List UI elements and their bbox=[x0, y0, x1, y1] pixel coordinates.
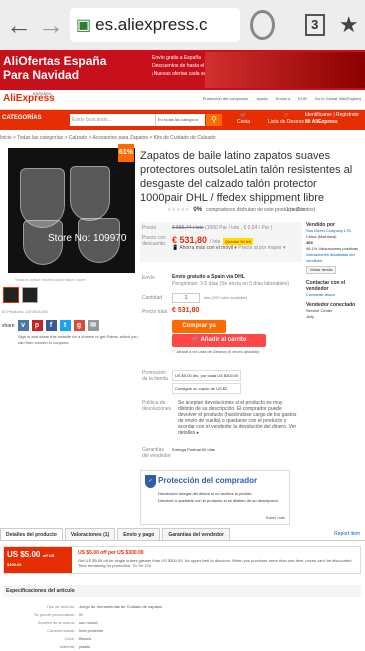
google-plus-icon[interactable]: g bbox=[73, 320, 85, 331]
url-bar[interactable]: ▣ es.aliexpress.c bbox=[70, 8, 240, 42]
buyer-protection-box: ✓ Protección del comprador Devolución ín… bbox=[140, 470, 290, 525]
zoom-hint: Sitúa el cursor encima para hacer zoom bbox=[15, 277, 86, 282]
returns-label: Política de devoluciones bbox=[142, 400, 172, 412]
add-to-cart-button[interactable]: 🛒 Añadir al carrito bbox=[172, 334, 266, 347]
coupon-headline: US $5.00 off per US $300.00 bbox=[78, 550, 144, 556]
tab-details[interactable]: Detalles del producto bbox=[0, 528, 63, 540]
product-main-image[interactable]: Store No: 109970 bbox=[8, 148, 135, 273]
forward-arrow-icon[interactable]: → bbox=[38, 10, 64, 40]
spec-row: Tipo de artículo: Juego de herramientas d… bbox=[46, 604, 163, 609]
site-icon: ▣ bbox=[76, 17, 92, 34]
thumbnail-strip bbox=[3, 287, 38, 303]
add-to-wishlist-link[interactable]: ♡ Añadir a mi Lista de Deseos (0 veces a… bbox=[172, 349, 259, 354]
returns-policy: Se aceptan devoluciones si el producto e… bbox=[178, 400, 297, 436]
vk-icon[interactable]: v bbox=[17, 320, 29, 331]
header-link-help[interactable]: Ayuda bbox=[256, 96, 267, 101]
star-rating-icon: ★★★★★ bbox=[167, 207, 190, 213]
store-promotions: US $5.00 dto. por cada US $300.00 Consig… bbox=[172, 370, 242, 396]
order-count: 1 pedido bbox=[286, 207, 306, 213]
spec-row: Color: Blanco bbox=[64, 636, 92, 641]
learn-more-link[interactable]: Saber más bbox=[266, 515, 285, 520]
price-label: Precio bbox=[142, 225, 157, 231]
search-category-select[interactable]: En todas las categoría bbox=[155, 114, 205, 126]
spec-row: Nombre de la marca: sun mould bbox=[37, 620, 98, 625]
tab-guarantees[interactable]: Garantías del vendedor bbox=[162, 528, 230, 540]
promo-coupon[interactable]: US $5.00 dto. por cada US $300.00 bbox=[172, 370, 242, 381]
shipping-info[interactable]: Envío gratuito a Spain vía DHL Pengirima… bbox=[172, 274, 289, 288]
specs-heading: Especificaciones del artículo bbox=[3, 585, 361, 597]
wishlist-button[interactable]: ♡ Lista de Deseos bbox=[268, 113, 304, 125]
mobile-price-link[interactable]: 📱 Ahorra más con el móvil ▾ Precio al po… bbox=[172, 245, 286, 251]
url-text: es.aliexpress.c bbox=[95, 15, 208, 34]
search-icon[interactable]: ⚲ bbox=[206, 114, 222, 126]
seller-panel: Vendido por Sun Direct Company LTD China… bbox=[306, 222, 363, 320]
header-link-protection[interactable]: Protección del comprador bbox=[203, 96, 249, 101]
pinterest-icon[interactable]: p bbox=[31, 320, 43, 331]
header-link-currency[interactable]: EUR bbox=[298, 96, 306, 101]
browser-toolbar: ← → ▣ es.aliexpress.c 3 ★ bbox=[0, 0, 365, 50]
quantity-note: lote (200 lotes available) bbox=[204, 295, 248, 300]
shield-icon: ✓ bbox=[145, 475, 156, 488]
original-price: € 555,74 / lote (1000 Par / lote , € 0,5… bbox=[172, 225, 273, 231]
search-input[interactable]: Estoy buscando... bbox=[70, 114, 155, 126]
aliexpress-logo[interactable]: AliExpress ESPAÑOL bbox=[3, 91, 55, 104]
promo-banner[interactable]: AliOfertas España Para Navidad Envío gra… bbox=[0, 50, 365, 90]
bookmark-icon[interactable]: ★ bbox=[339, 12, 359, 38]
coupon-text: Get US $5.00 off for single orders great… bbox=[78, 558, 353, 568]
discount-price-label: Precio con descuento bbox=[142, 235, 166, 247]
heel-protector-shape bbox=[70, 166, 110, 221]
header-link-global[interactable]: Go to Global Site(English) bbox=[315, 96, 361, 101]
quantity-label: Cantidad bbox=[142, 295, 163, 301]
share-signin-text[interactable]: Sign in and share this website for a cha… bbox=[18, 334, 138, 346]
total-price: € 531,80 bbox=[172, 307, 200, 314]
product-title: Zapatos de baile latino zapatos suaves p… bbox=[140, 150, 353, 204]
seller-guarantee: Entrega Puntual 60 días bbox=[172, 447, 215, 452]
breadcrumb[interactable]: Inicio > Todas las categorías > Calzado … bbox=[0, 135, 216, 141]
tab-reviews[interactable]: Valoraciones (1) bbox=[64, 528, 116, 540]
share-label: share bbox=[2, 322, 15, 329]
heel-protector-shape bbox=[20, 168, 65, 228]
promo-label: Promoción de la tienda bbox=[142, 370, 168, 382]
facebook-icon[interactable]: f bbox=[45, 320, 57, 331]
guarantee-label: Garantías del vendedor bbox=[142, 447, 171, 459]
site-header: AliExpress ESPAÑOL Protección del compra… bbox=[0, 90, 365, 110]
discount-price: € 531,80 / lote Quedan 9h left bbox=[172, 235, 254, 245]
spec-row: Características: heel protector bbox=[47, 628, 104, 633]
product-id: ID Producto: 1472541206 bbox=[2, 309, 48, 314]
banner-title: AliOfertas España Para Navidad bbox=[3, 54, 107, 82]
thumbnail[interactable] bbox=[3, 287, 19, 303]
contact-now-link[interactable]: Contactar ahora bbox=[306, 292, 363, 298]
visit-store-button[interactable]: Visitar tienda bbox=[306, 266, 336, 274]
tab-shipping[interactable]: Envío y pago bbox=[117, 528, 161, 540]
banner-products-image bbox=[205, 52, 365, 88]
total-label: Precio total bbox=[142, 309, 168, 315]
categories-menu[interactable]: CATEGORÍAS bbox=[2, 115, 42, 121]
shipping-label: Envío bbox=[142, 275, 155, 281]
quantity-stepper[interactable]: 1 bbox=[172, 293, 200, 303]
twitter-icon[interactable]: t bbox=[59, 320, 71, 331]
discount-badge: 61% bbox=[118, 144, 134, 162]
header-link-ship-to[interactable]: Enviar a bbox=[276, 96, 291, 101]
email-icon[interactable]: ✉ bbox=[87, 320, 99, 331]
timer-badge: Quedan 9h left bbox=[222, 238, 254, 245]
coupon-amount: US $5.00 off US $300.00 bbox=[4, 547, 72, 573]
reload-icon[interactable] bbox=[250, 10, 275, 40]
detail-tabs: Detalles del producto Valoraciones (1) E… bbox=[0, 528, 365, 541]
buy-now-button[interactable]: Comprar ya bbox=[172, 320, 226, 333]
agent-name[interactable]: Jully bbox=[306, 314, 363, 320]
header-links: Protección del comprador Ayuda Enviar a … bbox=[203, 96, 361, 101]
share-bar: share v p f t g ✉ bbox=[2, 320, 99, 331]
store-watermark: Store No: 109970 bbox=[48, 233, 127, 244]
tab-switcher-button[interactable]: 3 bbox=[304, 14, 325, 36]
spec-row: Se puede personalizar: Si bbox=[33, 612, 83, 617]
thumbnail[interactable] bbox=[22, 287, 38, 303]
cart-button[interactable]: 🛒 Cesta bbox=[237, 113, 250, 125]
back-arrow-icon[interactable]: ← bbox=[6, 10, 32, 40]
report-item-link[interactable]: Report item bbox=[329, 528, 365, 540]
get-coupon-button[interactable]: Consigue un cupón de US $2 bbox=[172, 383, 242, 394]
account-menu[interactable]: Identificarse | Registrate Mi AliExpress bbox=[305, 112, 359, 126]
coupon-banner[interactable]: US $5.00 off US $300.00 US $5.00 off per… bbox=[3, 546, 361, 574]
specs-list: Tipo de artículo: Juego de herramientas d… bbox=[3, 603, 162, 651]
search-bar: CATEGORÍAS Estoy buscando... En todas la… bbox=[0, 110, 365, 130]
